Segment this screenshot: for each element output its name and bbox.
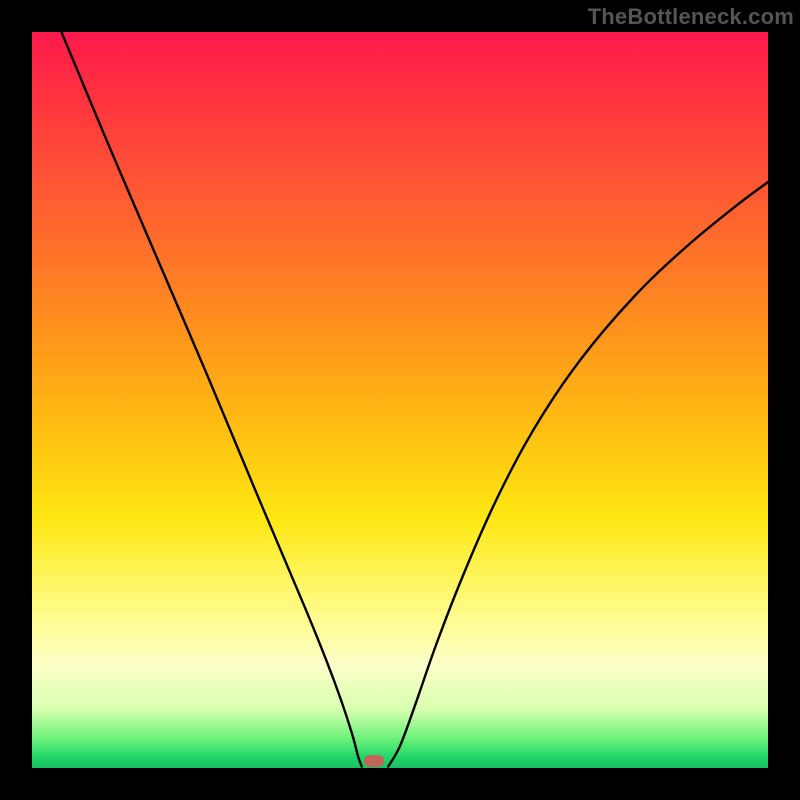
watermark-text: TheBottleneck.com <box>588 4 794 30</box>
curve-right-branch <box>388 182 768 766</box>
plot-area <box>32 32 768 768</box>
optimal-point-marker <box>364 755 384 767</box>
bottleneck-curve <box>32 32 768 768</box>
chart-frame: TheBottleneck.com <box>0 0 800 800</box>
curve-left-branch <box>61 32 361 767</box>
